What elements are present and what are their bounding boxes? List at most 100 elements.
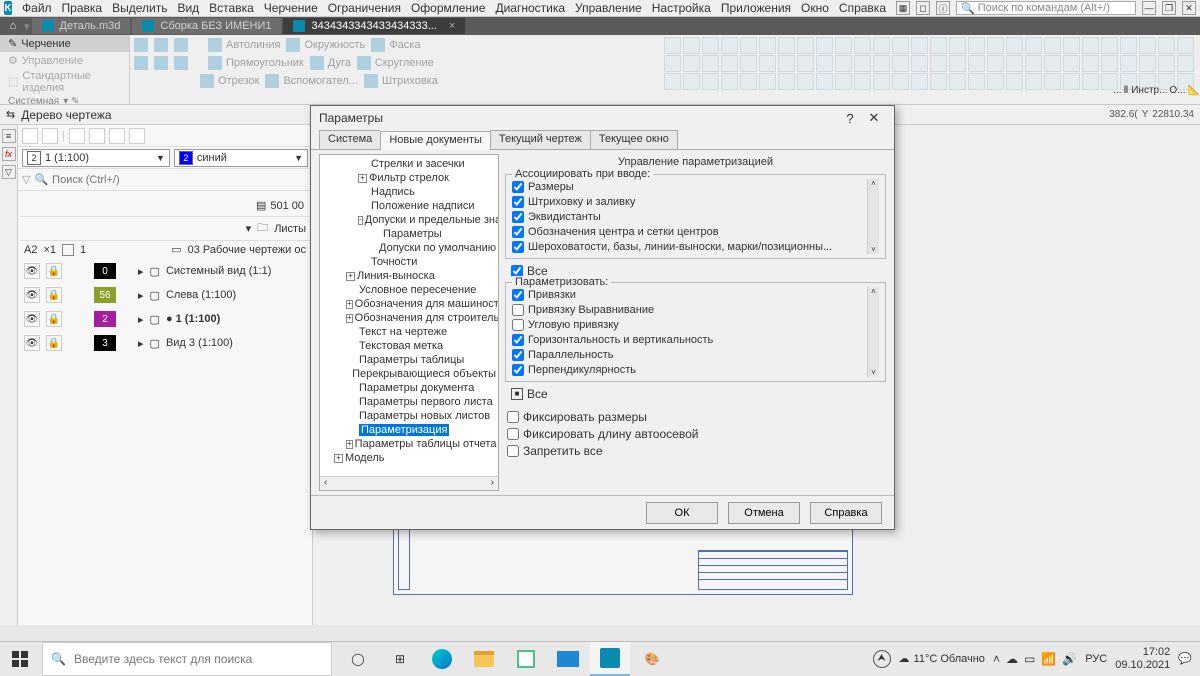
ribbon-tool-icon[interactable] — [797, 73, 814, 90]
menu-select[interactable]: Выделить — [112, 1, 167, 15]
expand-icon[interactable]: + — [346, 440, 353, 449]
color-combo[interactable]: 2 синий▼ — [174, 149, 308, 167]
menu-design[interactable]: Оформление — [411, 1, 485, 15]
tree-node[interactable]: Надпись — [322, 185, 496, 199]
ribbon-tool-icon[interactable] — [1139, 37, 1156, 54]
onedrive-icon[interactable]: ☁ — [1006, 652, 1018, 666]
menu-constraints[interactable]: Ограничения — [328, 1, 401, 15]
tool-segment[interactable]: Отрезок — [200, 74, 259, 88]
tree-node[interactable]: Параметры таблицы — [322, 353, 496, 367]
volume-icon[interactable]: 🔊 — [1062, 652, 1077, 666]
ribbon-tool-icon[interactable] — [1158, 55, 1175, 72]
ribbon-tool-icon[interactable] — [1082, 55, 1099, 72]
lock-toggle[interactable]: 🔒 — [46, 311, 62, 327]
expand-icon[interactable]: + — [346, 300, 353, 309]
doc-tab-2[interactable]: Сборка БЕЗ ИМЕНИ1 — [132, 18, 281, 34]
tool-open[interactable] — [154, 38, 168, 52]
ribbon-tool-icon[interactable] — [1044, 37, 1061, 54]
tree-tool-4[interactable] — [89, 128, 105, 144]
ribbon-tool-icon[interactable] — [949, 37, 966, 54]
ribbon-tool-icon[interactable] — [1082, 73, 1099, 90]
mini-panel-3[interactable]: О... — [1169, 85, 1185, 96]
menu-view[interactable]: Вид — [177, 1, 199, 15]
tree-node[interactable]: Параметры — [322, 227, 496, 241]
expand-icon[interactable]: ▸ — [138, 289, 144, 302]
ribbon-tool-icon[interactable] — [1063, 73, 1080, 90]
tool-chamfer[interactable]: Фаска — [371, 38, 420, 52]
check-option[interactable]: Обозначения центра и сетки центров — [512, 224, 867, 239]
view-row[interactable]: 👁 🔒 2 ▸ ▢ ● 1 (1:100) — [20, 308, 310, 330]
check-option[interactable]: Параллельность — [512, 347, 867, 362]
ribbon-tool-icon[interactable] — [816, 37, 833, 54]
ribbon-tool-icon[interactable] — [1025, 73, 1042, 90]
tool-aux[interactable]: Вспомогател... — [265, 74, 358, 88]
ribbon-tool-icon[interactable] — [949, 73, 966, 90]
ribbon-tool-icon[interactable] — [892, 73, 909, 90]
close-icon[interactable]: × — [449, 20, 455, 32]
ribbon-tool-icon[interactable] — [683, 37, 700, 54]
ribbon-tool-icon[interactable] — [740, 37, 757, 54]
visibility-toggle[interactable]: 👁 — [24, 311, 40, 327]
ribbon-tool-icon[interactable] — [930, 37, 947, 54]
expand-icon[interactable]: + — [358, 174, 367, 183]
tree-node[interactable]: +Обозначения для строительств — [322, 311, 496, 325]
check-option[interactable]: Штриховку и заливку — [512, 194, 867, 209]
ribbon-tool-icon[interactable] — [835, 73, 852, 90]
ribbon-tool-icon[interactable] — [854, 37, 871, 54]
ribbon-tool-icon[interactable] — [702, 55, 719, 72]
scrollbar[interactable]: ˄˅ — [867, 179, 879, 254]
tree-node[interactable]: Текстовая метка — [322, 339, 496, 353]
expand-icon[interactable]: + — [346, 314, 353, 323]
dialog-tree[interactable]: Стрелки и засечки+Фильтр стрелокНадписьП… — [319, 154, 499, 491]
ribbon-tool-icon[interactable] — [873, 55, 890, 72]
ribbon-tool-icon[interactable] — [1063, 55, 1080, 72]
ribbon-tool-icon[interactable] — [892, 37, 909, 54]
ribbon-tool-icon[interactable] — [987, 55, 1004, 72]
ribbon-tool-icon[interactable] — [1063, 37, 1080, 54]
ribbon-tool-icon[interactable] — [721, 37, 738, 54]
menu-file[interactable]: Файл — [22, 1, 52, 15]
ribbon-tool-icon[interactable] — [683, 73, 700, 90]
ribbon-tool-icon[interactable] — [1006, 37, 1023, 54]
window-icon[interactable]: ◻ — [916, 1, 930, 15]
kompas-app[interactable] — [590, 642, 630, 676]
tool-print[interactable] — [134, 56, 148, 70]
ribbon-tool-icon[interactable] — [702, 73, 719, 90]
tree-search[interactable]: ▽ 🔍 — [18, 169, 312, 191]
minimize-button[interactable]: — — [1142, 1, 1156, 15]
cancel-button[interactable]: Отмена — [728, 502, 800, 524]
menu-manage[interactable]: Управление — [575, 1, 642, 15]
ribbon-tool-icon[interactable] — [1120, 55, 1137, 72]
ribbon-tab-stdparts[interactable]: ⬚Стандартные изделия — [0, 69, 129, 95]
lock-toggle[interactable]: 🔒 — [46, 287, 62, 303]
ribbon-tool-icon[interactable] — [816, 73, 833, 90]
ribbon-tool-icon[interactable] — [683, 55, 700, 72]
ribbon-tool-icon[interactable] — [968, 55, 985, 72]
ribbon-tool-icon[interactable] — [759, 55, 776, 72]
expand-icon[interactable]: ▾ — [246, 222, 252, 235]
tool-arc[interactable]: Дуга — [310, 56, 351, 70]
ribbon-tool-icon[interactable] — [1025, 37, 1042, 54]
ribbon-tool-icon[interactable] — [1120, 37, 1137, 54]
doc-tab-3[interactable]: 3434343343433434333...× — [283, 18, 465, 34]
tree-node[interactable]: Параметры первого листа — [322, 395, 496, 409]
dialog-tab-current-drawing[interactable]: Текущий чертеж — [490, 130, 590, 149]
tool-new[interactable] — [134, 38, 148, 52]
tool-fillet[interactable]: Скругление — [357, 56, 434, 70]
tree-node[interactable]: Текст на чертеже — [322, 325, 496, 339]
view-row[interactable]: 👁 🔒 0 ▸ ▢ Системный вид (1:1) — [20, 260, 310, 282]
view-row[interactable]: 👁 🔒 56 ▸ ▢ Слева (1:100) — [20, 284, 310, 306]
dialog-tab-current-window[interactable]: Текущее окно — [590, 130, 678, 149]
tree-tool-6[interactable] — [129, 128, 145, 144]
meet-now-icon[interactable]: ⮝ — [873, 650, 891, 668]
check-option[interactable]: Перпендикулярность — [512, 362, 867, 377]
ribbon-tool-icon[interactable] — [740, 55, 757, 72]
tree-tool-2[interactable] — [42, 128, 58, 144]
expand-icon[interactable]: ▸ — [138, 265, 144, 278]
scrollbar[interactable]: ˄˅ — [867, 287, 879, 377]
ribbon-tool-icon[interactable] — [987, 37, 1004, 54]
tree-node[interactable]: Параметры документа — [322, 381, 496, 395]
tree-node[interactable]: +Фильтр стрелок — [322, 171, 496, 185]
menu-draw[interactable]: Черчение — [264, 1, 318, 15]
start-button[interactable] — [0, 642, 40, 676]
